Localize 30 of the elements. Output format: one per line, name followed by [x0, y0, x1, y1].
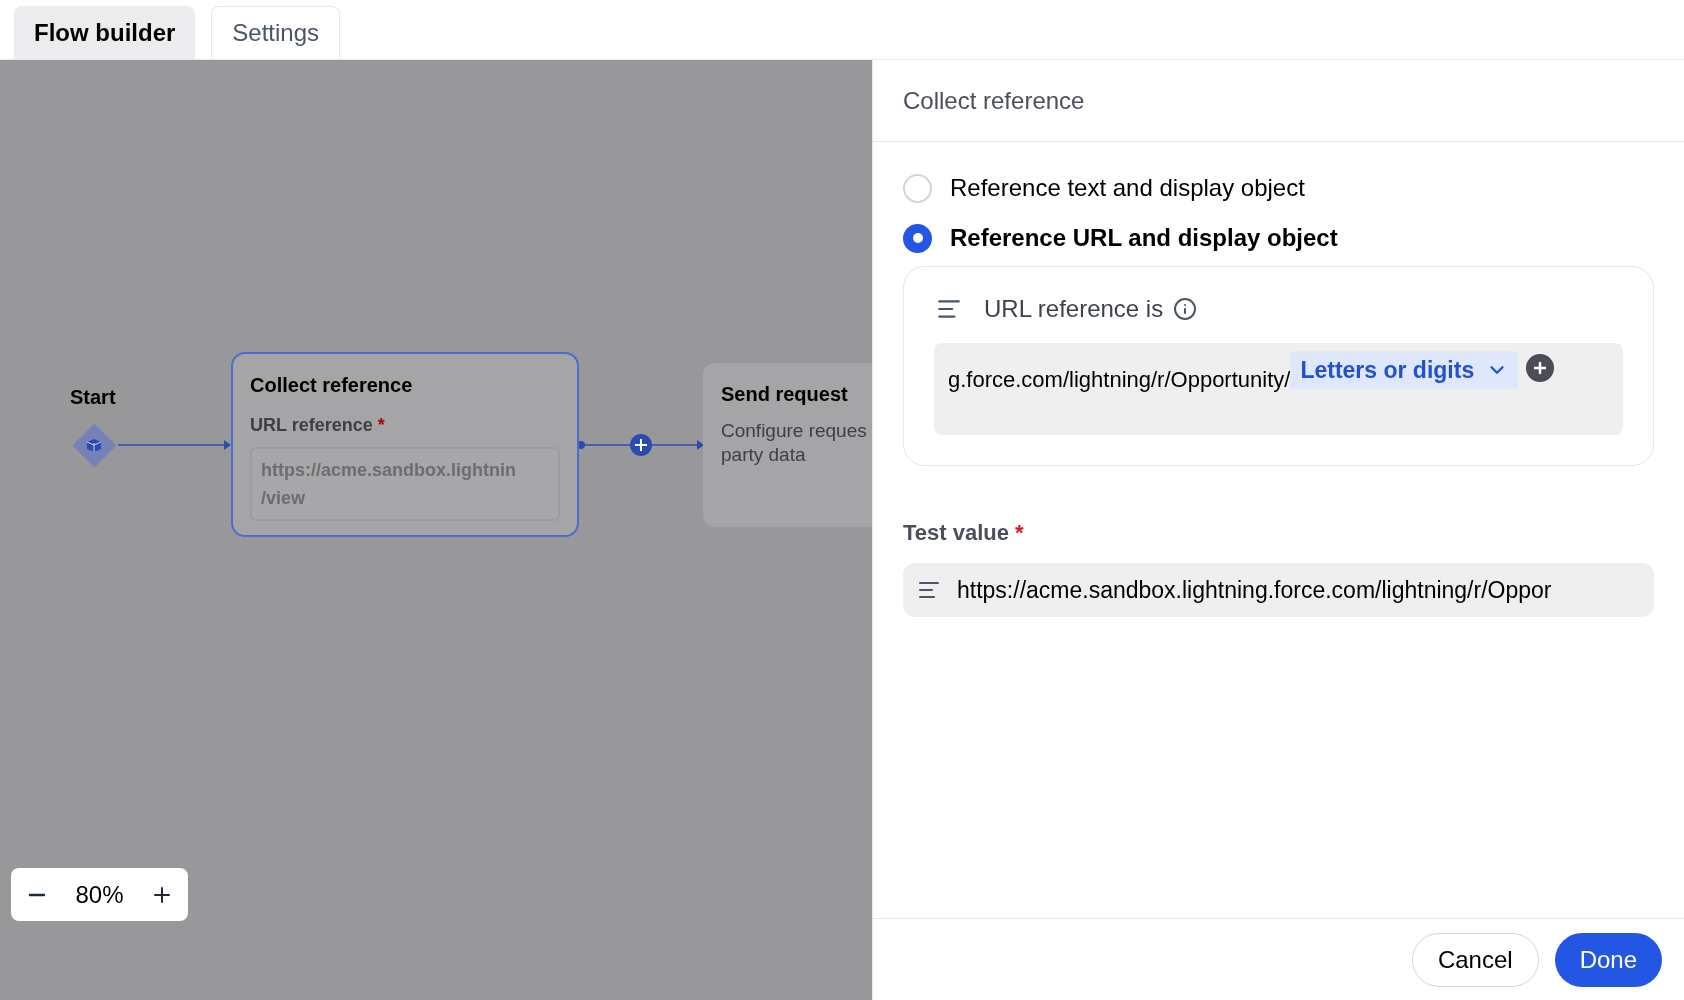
- add-step-icon[interactable]: [630, 434, 652, 456]
- add-icon[interactable]: [1526, 354, 1555, 382]
- panel-title: Collect reference: [903, 85, 1085, 116]
- flow-node-card[interactable]: Collect reference URL reference * https://acme.sandbox.lightnin /view: [231, 352, 579, 537]
- tab[interactable]: Flow builder: [14, 6, 196, 59]
- tab[interactable]: Settings: [211, 6, 341, 59]
- radio-button[interactable]: [903, 173, 932, 203]
- info-icon[interactable]: [1173, 297, 1198, 321]
- node-description: Configure reques: [721, 419, 868, 443]
- url-pattern-field[interactable]: g.force.com/lightning/r/Opportunity/ Letters or digits: [934, 343, 1623, 435]
- field-value: https://acme.sandbox.lightnin: [261, 459, 517, 482]
- radio-option[interactable]: Reference text and display object: [903, 170, 1654, 206]
- node-title: Collect reference: [250, 373, 414, 398]
- field-label: Test value *: [903, 519, 1025, 547]
- field-value: /view: [261, 487, 307, 510]
- zoom-level: 80%: [75, 879, 124, 910]
- done-button[interactable]: Done: [1554, 932, 1662, 987]
- radio-option[interactable]: Reference URL and display object: [903, 220, 1654, 256]
- flow-node-card[interactable]: Send request Configure reques party data: [703, 363, 872, 527]
- radio-button[interactable]: [903, 223, 932, 253]
- token-dropdown[interactable]: Letters or digits: [1290, 351, 1519, 389]
- reference-label: URL reference is: [984, 294, 1164, 324]
- field-value: https://acme.sandbox.lightning.force.com/lightning/r/Oppor: [957, 575, 1552, 605]
- url-text: g.force.com/lightning/r/Opportunity/: [948, 366, 1291, 394]
- node-description: party data: [721, 443, 807, 467]
- field-label: URL reference *: [250, 414, 386, 437]
- start-label: Start: [70, 385, 116, 410]
- node-title: Send request: [721, 382, 849, 407]
- input-field[interactable]: https://acme.sandbox.lightning.force.com/lightning/r/Oppor: [903, 563, 1654, 617]
- cancel-button[interactable]: Cancel: [1411, 932, 1539, 987]
